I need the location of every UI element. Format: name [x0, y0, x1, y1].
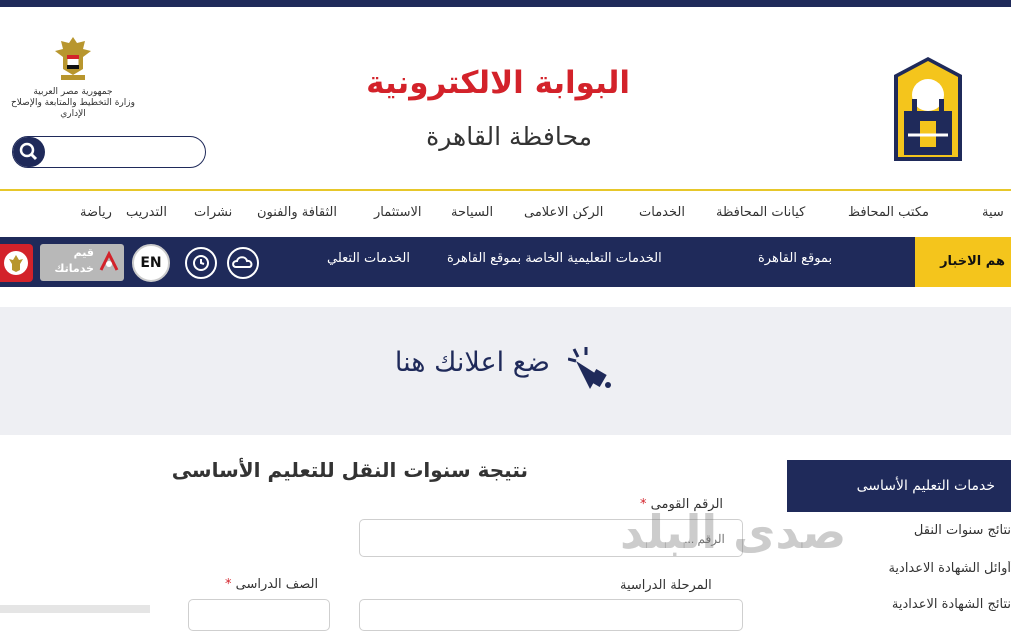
nav-item-training[interactable]: التدريب [126, 205, 167, 220]
ad-text: ضع اعلانك هنا [394, 347, 550, 378]
portal-title: البوابة الالكترونية [366, 65, 630, 101]
rate-line-2: خدماتك [54, 262, 94, 275]
weather-button[interactable] [227, 247, 259, 279]
nav-item-media[interactable]: الركن الاعلامى [524, 205, 603, 220]
ministry-logo[interactable]: جمهورية مصر العربية وزارة التخطيط والمتا… [8, 35, 138, 127]
rate-line-1: قيم [73, 246, 94, 259]
sidebar-item[interactable]: نتائج سنوات النقل [860, 523, 1011, 538]
search-button[interactable] [13, 137, 45, 167]
rate-services-button[interactable]: قيم خدماتك [40, 244, 124, 281]
watermark-overlay: صدى البلد [620, 505, 847, 559]
nav-item-culture[interactable]: الثقافة والفنون [257, 205, 337, 220]
nav-item-home[interactable]: سية [982, 205, 1004, 220]
sidebar-item[interactable]: أوائل الشهادة الاعدادية [860, 561, 1011, 576]
megaphone-icon [568, 347, 611, 389]
search-icon [19, 142, 38, 161]
form-title: نتيجة سنوات النقل للتعليم الأساسى [171, 458, 528, 482]
stage-select[interactable] [359, 599, 743, 631]
nav-item-governor-office[interactable]: مكتب المحافظ [848, 205, 929, 220]
required-mark: * [225, 577, 232, 592]
ticker-item[interactable]: الخدمات التعلي [312, 251, 410, 266]
site-header: جمهورية مصر العربية وزارة التخطيط والمتا… [0, 7, 1011, 189]
nav-item-entities[interactable]: كيانات المحافظة [716, 205, 805, 220]
english-language-button[interactable]: EN [132, 244, 170, 282]
top-accent-bar [0, 0, 1011, 7]
nav-item-services[interactable]: الخدمات [639, 205, 685, 220]
rating-icon [99, 250, 119, 271]
clock-button[interactable] [185, 247, 217, 279]
nav-item-tourism[interactable]: السياحة [451, 205, 493, 220]
grade-label-text: الصف الدراسى [235, 577, 319, 592]
ministry-line-1: جمهورية مصر العربية [33, 87, 113, 97]
ministry-line-2: وزارة التخطيط والمتابعة والإصلاح الإداري [11, 98, 135, 119]
main-nav: سية مكتب المحافظ كيانات المحافظة الخدمات… [0, 191, 1011, 237]
stage-label: المرحلة الدراسية [620, 578, 712, 593]
ticker-item[interactable]: الخدمات التعليمية الخاصة بموقع القاهرة [447, 251, 662, 266]
egypt-eagle-icon [55, 37, 91, 80]
nav-item-investment[interactable]: الاستثمار [374, 205, 422, 220]
bottom-strip [0, 605, 150, 613]
portal-subtitle: محافظة القاهرة [426, 122, 592, 151]
cairo-governorate-logo[interactable] [890, 55, 966, 165]
ticker-item[interactable]: بموقع القاهرة [758, 251, 832, 266]
search-input[interactable] [49, 141, 203, 165]
search-box [12, 136, 206, 168]
egypt-eagle-icon [4, 251, 28, 275]
sidebar-item[interactable]: نتائج الشهادة الاعدادية [860, 597, 1011, 612]
egypt-portal-button[interactable] [0, 244, 33, 282]
nav-item-sports[interactable]: رياضة [80, 205, 112, 220]
grade-select[interactable] [188, 599, 330, 631]
nav-item-bulletins[interactable]: نشرات [194, 205, 232, 220]
clock-icon [193, 255, 209, 271]
cloud-icon [232, 256, 253, 268]
grade-label: الصف الدراسى * [225, 577, 318, 592]
breaking-news-label: هم الاخبار [915, 237, 1011, 287]
